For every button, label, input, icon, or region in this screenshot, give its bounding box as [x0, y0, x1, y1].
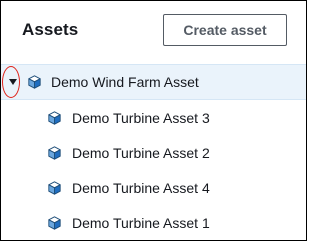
tree-item-demo-turbine-asset-3[interactable]: Demo Turbine Asset 3 [1, 100, 306, 135]
tree-item-demo-turbine-asset-1[interactable]: Demo Turbine Asset 1 [1, 205, 306, 240]
tree-item-demo-turbine-asset-4[interactable]: Demo Turbine Asset 4 [1, 170, 306, 205]
cube-icon [48, 181, 61, 195]
asset-tree: Demo Wind Farm Asset Demo Turbine Asset … [1, 64, 306, 240]
cube-icon [48, 111, 61, 125]
tree-item-label: Demo Turbine Asset 4 [72, 180, 210, 196]
create-asset-button[interactable]: Create asset [163, 14, 287, 46]
cube-icon [48, 146, 61, 160]
cube-icon [48, 216, 61, 230]
assets-panel: Assets Create asset Demo Wind Farm Asset… [0, 0, 307, 241]
tree-item-label: Demo Turbine Asset 3 [72, 110, 210, 126]
tree-item-label: Demo Turbine Asset 1 [72, 215, 210, 231]
tree-item-demo-turbine-asset-2[interactable]: Demo Turbine Asset 2 [1, 135, 306, 170]
tree-item-demo-wind-farm-asset[interactable]: Demo Wind Farm Asset [1, 64, 306, 100]
panel-title: Assets [22, 20, 79, 39]
caret-down-icon[interactable] [8, 77, 18, 87]
cube-icon [28, 75, 41, 89]
tree-item-label: Demo Turbine Asset 2 [72, 145, 210, 161]
panel-header: Assets Create asset [1, 1, 306, 63]
tree-item-label: Demo Wind Farm Asset [51, 74, 199, 90]
